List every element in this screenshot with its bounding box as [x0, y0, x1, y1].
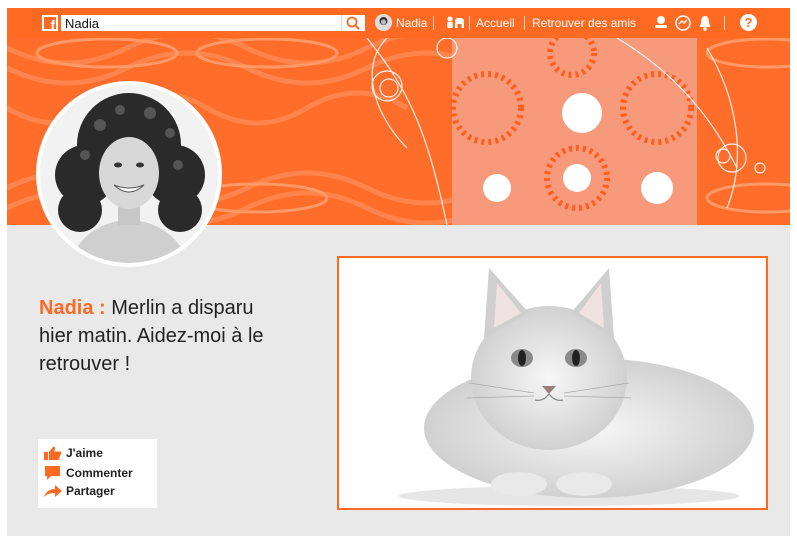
- like-label: J'aime: [66, 446, 103, 460]
- post-author[interactable]: Nadia :: [39, 297, 106, 319]
- post-photo[interactable]: [337, 256, 768, 510]
- nav-profile-link[interactable]: Nadia: [396, 14, 427, 32]
- nav-separator: [524, 16, 525, 30]
- friends-icon[interactable]: [444, 14, 466, 32]
- share-label: Partager: [66, 484, 115, 498]
- nav-separator: [724, 16, 725, 30]
- profile-avatar-mini[interactable]: [375, 14, 392, 31]
- post-actions: J'aime Commenter Partager: [38, 439, 157, 508]
- top-navigation-bar: f Nadia Accuei: [7, 8, 790, 38]
- comment-label: Commenter: [66, 466, 133, 480]
- nav-home-link[interactable]: Accueil: [476, 14, 515, 32]
- search-input[interactable]: [61, 15, 341, 31]
- profile-photo[interactable]: [36, 81, 222, 267]
- search-button[interactable]: [341, 15, 365, 31]
- nav-find-friends-link[interactable]: Retrouver des amis: [532, 14, 636, 32]
- thumbs-up-icon: [44, 446, 62, 460]
- friend-requests-icon[interactable]: [652, 14, 670, 32]
- nav-separator: [433, 16, 434, 30]
- comment-icon: [45, 466, 60, 480]
- facebook-profile-page: f Nadia Accuei: [7, 8, 790, 536]
- nav-separator: [469, 16, 470, 30]
- bell-icon[interactable]: [697, 14, 713, 32]
- help-icon[interactable]: ?: [740, 14, 757, 31]
- post-message: Nadia : Merlin a disparu hier matin. Aid…: [39, 294, 289, 378]
- search-icon: [346, 16, 360, 30]
- messenger-icon[interactable]: [674, 14, 692, 32]
- share-icon: [44, 485, 62, 497]
- facebook-logo-icon[interactable]: f: [42, 15, 58, 33]
